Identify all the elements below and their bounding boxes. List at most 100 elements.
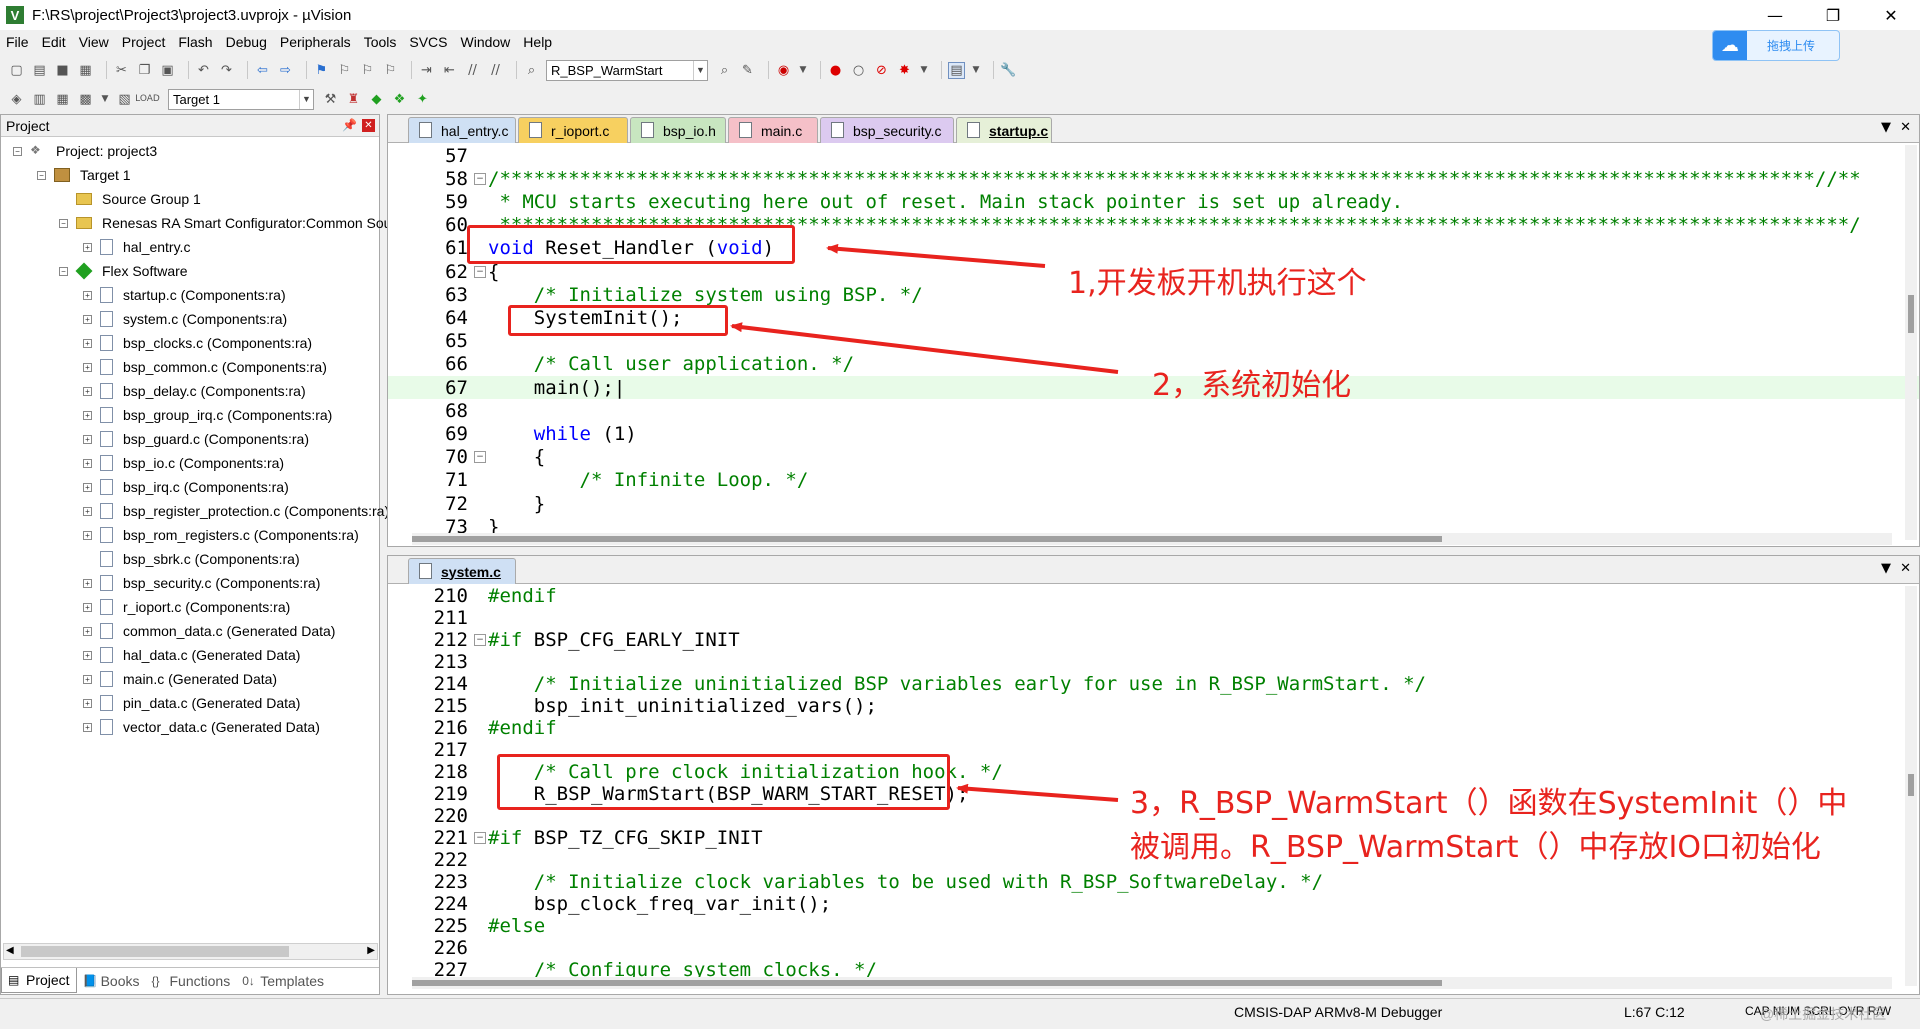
expand-icon[interactable]: + bbox=[83, 386, 92, 396]
tab-functions[interactable]: {} Functions bbox=[146, 968, 237, 993]
expand-icon[interactable]: + bbox=[83, 578, 92, 588]
open-file-icon[interactable]: ▤ bbox=[31, 62, 48, 79]
translate-icon[interactable]: ◈ bbox=[8, 91, 25, 108]
expand-icon[interactable]: + bbox=[83, 434, 92, 444]
comment-icon[interactable]: // bbox=[464, 62, 481, 79]
restore-button[interactable]: ❐ bbox=[1804, 0, 1862, 30]
fold-toggle-icon[interactable]: − bbox=[474, 265, 486, 278]
download-icon[interactable]: LOAD bbox=[135, 91, 160, 108]
file-tab[interactable]: r_ioport.c bbox=[518, 117, 628, 143]
expand-icon[interactable]: + bbox=[83, 530, 92, 540]
code-line[interactable]: 223 /* Initialize clock variables to be … bbox=[388, 871, 1919, 893]
expand-icon[interactable]: + bbox=[83, 410, 92, 420]
code-line[interactable]: 210 #endif bbox=[388, 585, 1919, 607]
pin-icon[interactable]: 📌 bbox=[342, 118, 357, 132]
breakpoint-disable-icon[interactable]: ○ bbox=[850, 62, 867, 79]
paste-icon[interactable]: ▣ bbox=[159, 62, 176, 79]
tree-item[interactable]: + bsp_clocks.c (Components:ra) bbox=[83, 333, 312, 353]
expand-icon[interactable]: + bbox=[83, 314, 92, 324]
indent-icon[interactable]: ⇥ bbox=[418, 62, 435, 79]
expand-icon[interactable]: + bbox=[83, 674, 92, 684]
menu-help[interactable]: Help bbox=[523, 34, 552, 50]
menu-peripherals[interactable]: Peripherals bbox=[280, 34, 351, 50]
code-line[interactable]: 211 bbox=[388, 607, 1919, 629]
pack-installer-icon[interactable]: ✦ bbox=[414, 91, 431, 108]
menu-tools[interactable]: Tools bbox=[364, 34, 397, 50]
tree-item[interactable]: − Renesas RA Smart Configurator:Common So… bbox=[59, 213, 418, 233]
chevron-down-icon[interactable]: ▼ bbox=[693, 60, 707, 80]
tree-item[interactable]: + bsp_register_protection.c (Components:r… bbox=[83, 501, 389, 521]
expand-icon[interactable]: + bbox=[83, 458, 92, 468]
scrollbar-thumb[interactable] bbox=[1908, 295, 1914, 333]
code-view-startup[interactable]: 57 58−/**********************************… bbox=[388, 144, 1919, 534]
editor-bottom-vscroll[interactable] bbox=[1905, 586, 1917, 986]
code-line[interactable]: 72 } bbox=[388, 492, 1919, 515]
tree-item[interactable]: + pin_data.c (Generated Data) bbox=[83, 693, 300, 713]
tree-item[interactable]: + common_data.c (Generated Data) bbox=[83, 621, 335, 641]
scrollbar-thumb[interactable] bbox=[412, 536, 1442, 542]
find-in-files-icon[interactable]: ⌕ bbox=[523, 62, 540, 79]
expand-icon[interactable]: + bbox=[83, 242, 92, 252]
expand-icon[interactable]: + bbox=[83, 698, 92, 708]
file-tab[interactable]: main.c bbox=[728, 117, 818, 143]
tab-list-chevron-icon[interactable]: ▼ bbox=[1881, 120, 1891, 135]
minimize-button[interactable]: — bbox=[1746, 0, 1804, 30]
incremental-find-icon[interactable]: ✎ bbox=[739, 62, 756, 79]
tree-item[interactable]: + bsp_rom_registers.c (Components:ra) bbox=[83, 525, 359, 545]
file-tab[interactable]: bsp_io.h bbox=[630, 117, 726, 143]
collapse-icon[interactable]: − bbox=[13, 146, 22, 156]
expand-icon[interactable]: + bbox=[83, 626, 92, 636]
expand-icon[interactable]: + bbox=[83, 602, 92, 612]
code-line[interactable]: 71 /* Infinite Loop. */ bbox=[388, 469, 1919, 492]
undo-icon[interactable]: ↶ bbox=[195, 62, 212, 79]
menu-svcs[interactable]: SVCS bbox=[409, 34, 447, 50]
code-line[interactable]: 59 * MCU starts executing here out of re… bbox=[388, 190, 1919, 213]
file-tab[interactable]: startup.c bbox=[956, 117, 1052, 143]
menu-view[interactable]: View bbox=[79, 34, 109, 50]
code-line[interactable]: 226 bbox=[388, 937, 1919, 959]
expand-icon[interactable]: + bbox=[83, 290, 92, 300]
bookmark-icon[interactable]: ⚑ bbox=[313, 62, 330, 79]
menu-file[interactable]: File bbox=[6, 34, 29, 50]
scroll-right-icon[interactable]: ▶ bbox=[367, 945, 375, 956]
tree-item[interactable]: + startup.c (Components:ra) bbox=[83, 285, 286, 305]
bookmark-next-icon[interactable]: ⚐ bbox=[359, 62, 376, 79]
rebuild-icon[interactable]: ▦ bbox=[54, 91, 71, 108]
code-line[interactable]: 213 bbox=[388, 651, 1919, 673]
tree-item[interactable]: + vector_data.c (Generated Data) bbox=[83, 717, 320, 737]
tree-item[interactable]: + system.c (Components:ra) bbox=[83, 309, 287, 329]
build-icon[interactable]: ▥ bbox=[31, 91, 48, 108]
menu-debug[interactable]: Debug bbox=[226, 34, 267, 50]
chevron-down-icon[interactable]: ▼ bbox=[100, 91, 110, 108]
code-line[interactable]: 215 bsp_init_uninitialized_vars(); bbox=[388, 695, 1919, 717]
debug-start-icon[interactable]: ◉ bbox=[775, 62, 792, 79]
menu-project[interactable]: Project bbox=[122, 34, 166, 50]
tree-item[interactable]: + bsp_common.c (Components:ra) bbox=[83, 357, 327, 377]
tree-item[interactable]: + hal_entry.c bbox=[83, 237, 190, 257]
tree-item[interactable]: + bsp_group_irq.c (Components:ra) bbox=[83, 405, 332, 425]
menu-edit[interactable]: Edit bbox=[42, 34, 66, 50]
code-line[interactable]: 58−/************************************… bbox=[388, 167, 1919, 190]
code-line[interactable]: 212− #if BSP_CFG_EARLY_INIT bbox=[388, 629, 1919, 651]
expand-icon[interactable]: + bbox=[83, 650, 92, 660]
target-options-icon[interactable]: ⚒ bbox=[322, 91, 339, 108]
tree-item[interactable]: + hal_data.c (Generated Data) bbox=[83, 645, 300, 665]
tab-templates[interactable]: 0↓ Templates bbox=[236, 968, 330, 993]
find-icon[interactable]: ⌕ bbox=[716, 62, 733, 79]
copy-icon[interactable]: ❐ bbox=[136, 62, 153, 79]
manage-rte-icon[interactable]: ❖ bbox=[391, 91, 408, 108]
bookmark-prev-icon[interactable]: ⚐ bbox=[336, 62, 353, 79]
breakpoint-kill-all-icon[interactable]: ✸ bbox=[896, 62, 913, 79]
editor-top-vscroll[interactable] bbox=[1905, 145, 1917, 540]
code-line[interactable]: 70− { bbox=[388, 446, 1919, 469]
fold-toggle-icon[interactable]: − bbox=[474, 634, 486, 646]
tree-item[interactable]: + bsp_security.c (Components:ra) bbox=[83, 573, 320, 593]
bookmark-clear-icon[interactable]: ⚐ bbox=[382, 62, 399, 79]
cut-icon[interactable]: ✂ bbox=[113, 62, 130, 79]
code-line[interactable]: 73} bbox=[388, 515, 1919, 534]
breakpoint-kill-icon[interactable]: ⊘ bbox=[873, 62, 890, 79]
tree-scrollbar[interactable]: ◀ ▶ bbox=[3, 943, 378, 960]
redo-icon[interactable]: ↷ bbox=[218, 62, 235, 79]
menu-flash[interactable]: Flash bbox=[178, 34, 212, 50]
fold-toggle-icon[interactable]: − bbox=[474, 451, 486, 464]
